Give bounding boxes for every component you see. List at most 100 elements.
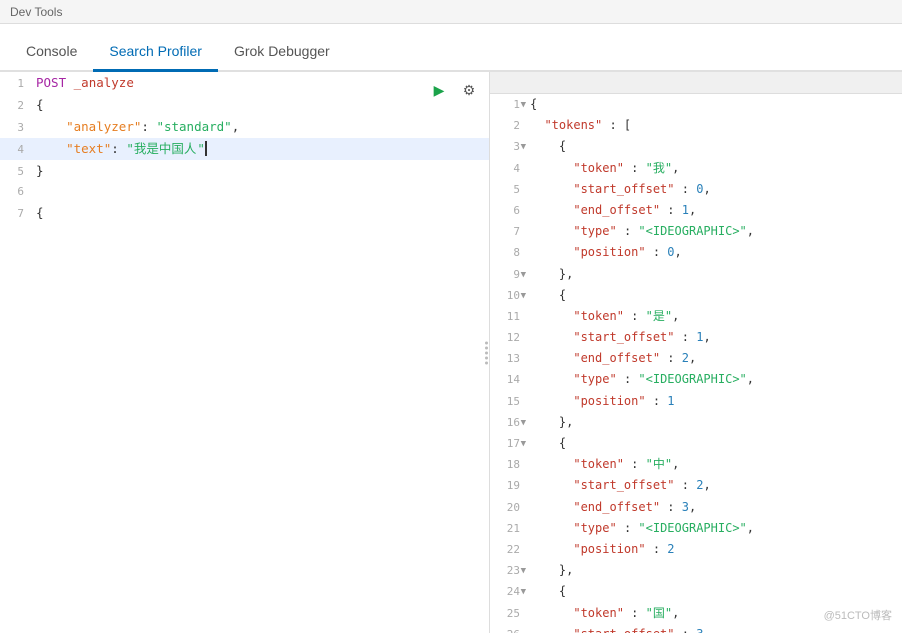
output-line-number: 6 — [490, 202, 526, 220]
fold-arrow[interactable]: ▼ — [521, 140, 526, 154]
output-line: 12 "start_offset" : 1, — [490, 327, 902, 348]
output-line-content: "end_offset" : 3, — [526, 497, 902, 518]
output-line-number: 17▼ — [490, 435, 526, 453]
output-line-number: 21 — [490, 520, 526, 538]
title-bar: Dev Tools — [0, 0, 902, 24]
drag-dot — [485, 341, 488, 344]
editor-line[interactable]: 2{ — [0, 94, 489, 116]
line-number: 4 — [0, 140, 32, 159]
code-editor[interactable]: 1POST _analyze2{3 "analyzer": "standard"… — [0, 72, 489, 633]
output-line-content: { — [526, 433, 902, 454]
drag-dot — [485, 356, 488, 359]
output-line-content: "start_offset" : 3, — [526, 624, 902, 633]
output-line: 16▼ }, — [490, 412, 902, 433]
drag-handle[interactable] — [483, 341, 489, 364]
output-line: 4 "token" : "我", — [490, 158, 902, 179]
fold-arrow[interactable]: ▼ — [521, 564, 526, 578]
editor-toolbar: ▶ ⚙ — [427, 78, 481, 102]
output-line-number: 13 — [490, 350, 526, 368]
output-line: 20 "end_offset" : 3, — [490, 497, 902, 518]
output-line-content: { — [526, 285, 902, 306]
output-line: 9▼ }, — [490, 264, 902, 285]
editor-line[interactable]: 1POST _analyze — [0, 72, 489, 94]
output-line: 5 "start_offset" : 0, — [490, 179, 902, 200]
tab-search-profiler[interactable]: Search Profiler — [93, 33, 218, 72]
run-button[interactable]: ▶ — [427, 78, 451, 102]
tab-grok-debugger[interactable]: Grok Debugger — [218, 33, 346, 72]
fold-arrow[interactable]: ▼ — [521, 98, 526, 112]
output-code: 1▼{2 "tokens" : [3▼ {4 "token" : "我",5 "… — [490, 94, 902, 633]
output-line-content: "type" : "<IDEOGRAPHIC>", — [526, 369, 902, 390]
line-number: 1 — [0, 74, 32, 93]
output-line: 11 "token" : "是", — [490, 306, 902, 327]
output-line: 14 "type" : "<IDEOGRAPHIC>", — [490, 369, 902, 390]
editor-line[interactable]: 6 — [0, 182, 489, 202]
output-line-number: 9▼ — [490, 266, 526, 284]
output-line-number: 5 — [490, 181, 526, 199]
watermark: @51CTO博客 — [824, 607, 892, 623]
editor-line[interactable]: 3 "analyzer": "standard", — [0, 116, 489, 138]
output-line-number: 22 — [490, 541, 526, 559]
output-line-content: "position" : 1 — [526, 391, 902, 412]
output-line-number: 3▼ — [490, 138, 526, 156]
output-line: 13 "end_offset" : 2, — [490, 348, 902, 369]
output-line-content: "type" : "<IDEOGRAPHIC>", — [526, 221, 902, 242]
fold-arrow[interactable]: ▼ — [521, 437, 526, 451]
output-line-number: 11 — [490, 308, 526, 326]
output-line-content: "end_offset" : 1, — [526, 200, 902, 221]
output-line-content: { — [526, 136, 902, 157]
editor-line[interactable]: 5} — [0, 160, 489, 182]
output-line: 10▼ { — [490, 285, 902, 306]
line-number: 6 — [0, 182, 32, 201]
output-line-number: 10▼ — [490, 287, 526, 305]
output-line-number: 19 — [490, 477, 526, 495]
output-line-number: 12 — [490, 329, 526, 347]
fold-arrow[interactable]: ▼ — [521, 416, 526, 430]
output-line-content: "token" : "我", — [526, 158, 902, 179]
output-line: 24▼ { — [490, 581, 902, 602]
line-number: 5 — [0, 162, 32, 181]
output-line-number: 14 — [490, 371, 526, 389]
output-line-content: { — [526, 94, 902, 115]
output-line: 8 "position" : 0, — [490, 242, 902, 263]
output-line-content: "end_offset" : 2, — [526, 348, 902, 369]
output-line: 26 "start_offset" : 3, — [490, 624, 902, 633]
editor-line[interactable]: 4 "text": "我是中国人" — [0, 138, 489, 160]
output-line-number: 4 — [490, 160, 526, 178]
output-line: 7 "type" : "<IDEOGRAPHIC>", — [490, 221, 902, 242]
output-line-content: "token" : "中", — [526, 454, 902, 475]
editor-line[interactable]: 7{ — [0, 202, 489, 224]
output-line: 1▼{ — [490, 94, 902, 115]
drag-dot — [485, 351, 488, 354]
drag-dot — [485, 346, 488, 349]
output-line-number: 23▼ — [490, 562, 526, 580]
output-line: 23▼ }, — [490, 560, 902, 581]
output-line-content: "position" : 0, — [526, 242, 902, 263]
output-header — [490, 72, 902, 94]
fold-arrow[interactable]: ▼ — [521, 289, 526, 303]
output-line-content: "start_offset" : 1, — [526, 327, 902, 348]
output-line-number: 15 — [490, 393, 526, 411]
fold-arrow[interactable]: ▼ — [521, 268, 526, 282]
output-line-content: "tokens" : [ — [526, 115, 902, 136]
output-line-number: 16▼ — [490, 414, 526, 432]
output-line-content: }, — [526, 560, 902, 581]
output-line-number: 7 — [490, 223, 526, 241]
line-number: 3 — [0, 118, 32, 137]
output-line: 15 "position" : 1 — [490, 391, 902, 412]
line-number: 2 — [0, 96, 32, 115]
output-line-number: 26 — [490, 626, 526, 633]
line-content: "text": "我是中国人" — [32, 138, 489, 160]
output-line: 3▼ { — [490, 136, 902, 157]
tab-console[interactable]: Console — [10, 33, 93, 72]
fold-arrow[interactable]: ▼ — [521, 585, 526, 599]
settings-button[interactable]: ⚙ — [457, 78, 481, 102]
output-line-content: "start_offset" : 0, — [526, 179, 902, 200]
output-line-content: { — [526, 581, 902, 602]
output-line-content: "type" : "<IDEOGRAPHIC>", — [526, 518, 902, 539]
line-content: { — [32, 94, 489, 116]
output-line: 21 "type" : "<IDEOGRAPHIC>", — [490, 518, 902, 539]
output-line-content: }, — [526, 412, 902, 433]
output-line-number: 1▼ — [490, 96, 526, 114]
output-line-content: }, — [526, 264, 902, 285]
